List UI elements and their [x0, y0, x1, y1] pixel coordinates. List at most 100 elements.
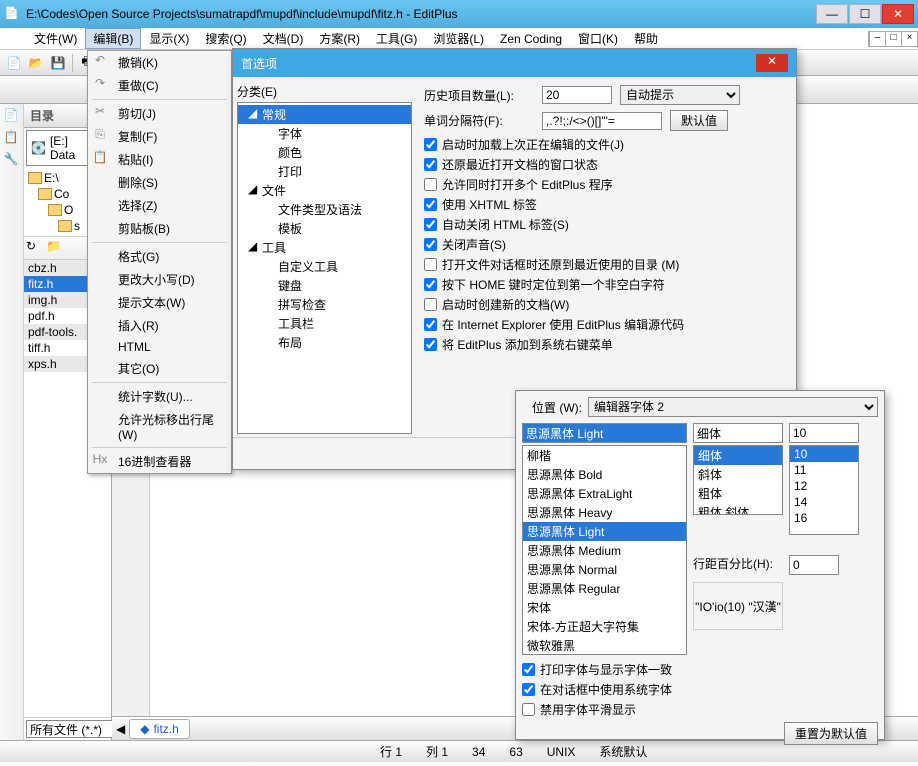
- font-style-list[interactable]: 细体斜体粗体粗体 斜体: [693, 445, 783, 515]
- menu-item[interactable]: Zen Coding: [492, 30, 570, 48]
- menu-item[interactable]: 帮助: [626, 28, 666, 49]
- menu-item[interactable]: 删除(S): [88, 171, 231, 194]
- font-name-input[interactable]: [522, 423, 687, 443]
- list-item[interactable]: 思源黑体 Regular: [523, 579, 686, 598]
- tool-icon[interactable]: 📋: [4, 130, 20, 146]
- category-item[interactable]: 文件类型及语法: [238, 200, 411, 219]
- option-checkbox[interactable]: 使用 XHTML 标签: [424, 196, 786, 213]
- menu-item[interactable]: 📋粘贴(I): [88, 148, 231, 171]
- menu-item[interactable]: 文件(W): [26, 28, 85, 49]
- category-item[interactable]: 自定义工具: [238, 257, 411, 276]
- refresh-icon[interactable]: ↻: [26, 239, 44, 257]
- close-button[interactable]: ✕: [882, 4, 914, 24]
- option-checkbox[interactable]: 允许同时打开多个 EditPlus 程序: [424, 176, 786, 193]
- list-item[interactable]: 斜体: [694, 465, 782, 484]
- open-icon[interactable]: 📂: [26, 53, 46, 73]
- list-item[interactable]: 12: [790, 478, 858, 494]
- list-item[interactable]: 宋体: [523, 598, 686, 617]
- menu-item[interactable]: ⎘复制(F): [88, 125, 231, 148]
- category-item[interactable]: ◢常规: [238, 105, 411, 124]
- menu-item[interactable]: 选择(Z): [88, 194, 231, 217]
- category-item[interactable]: 布局: [238, 333, 411, 352]
- list-item[interactable]: 思源黑体 ExtraLight: [523, 484, 686, 503]
- dialog-close-button[interactable]: ✕: [756, 54, 788, 72]
- list-item[interactable]: 细体: [694, 446, 782, 465]
- menu-item[interactable]: Hx16进制查看器: [88, 450, 231, 473]
- menu-item[interactable]: HTML: [88, 337, 231, 357]
- save-icon[interactable]: 💾: [48, 53, 68, 73]
- tool-icon[interactable]: 🔧: [4, 152, 20, 168]
- history-count-input[interactable]: [542, 86, 612, 104]
- category-item[interactable]: 拼写检查: [238, 295, 411, 314]
- line-height-input[interactable]: [789, 555, 839, 575]
- list-item[interactable]: 粗体: [694, 484, 782, 503]
- menu-item[interactable]: 格式(G): [88, 245, 231, 268]
- menu-item[interactable]: 剪贴板(B): [88, 217, 231, 240]
- menu-item[interactable]: 统计字数(U)...: [88, 385, 231, 408]
- font-name-list[interactable]: 柳楷思源黑体 Bold思源黑体 ExtraLight思源黑体 Heavy思源黑体…: [522, 445, 687, 655]
- category-item[interactable]: ◢工具: [238, 238, 411, 257]
- font-checkbox[interactable]: 禁用字体平滑显示: [522, 701, 878, 718]
- menu-item[interactable]: 插入(R): [88, 314, 231, 337]
- tab-nav-icon[interactable]: ◀: [116, 722, 125, 736]
- font-style-input[interactable]: [693, 423, 783, 443]
- font-size-input[interactable]: [789, 423, 859, 443]
- category-item[interactable]: ◢文件: [238, 181, 411, 200]
- menu-item[interactable]: 编辑(B): [85, 28, 141, 49]
- option-checkbox[interactable]: 还原最近打开文档的窗口状态: [424, 156, 786, 173]
- menu-item[interactable]: 允许光标移出行尾(W): [88, 408, 231, 445]
- category-item[interactable]: 键盘: [238, 276, 411, 295]
- list-item[interactable]: 粗体 斜体: [694, 503, 782, 515]
- font-size-list[interactable]: 1011121416: [789, 445, 859, 535]
- menu-item[interactable]: 文档(D): [255, 28, 312, 49]
- option-checkbox[interactable]: 关闭声音(S): [424, 236, 786, 253]
- list-item[interactable]: 微软雅黑: [523, 636, 686, 655]
- menu-item[interactable]: 浏览器(L): [425, 28, 492, 49]
- option-checkbox[interactable]: 启动时加载上次正在编辑的文件(J): [424, 136, 786, 153]
- list-item[interactable]: 宋体-方正超大字符集: [523, 617, 686, 636]
- maximize-button[interactable]: ☐: [849, 4, 881, 24]
- list-item[interactable]: 柳楷: [523, 446, 686, 465]
- list-item[interactable]: 思源黑体 Normal: [523, 560, 686, 579]
- list-item[interactable]: 11: [790, 462, 858, 478]
- menu-item[interactable]: 窗口(K): [570, 28, 626, 49]
- option-checkbox[interactable]: 自动关闭 HTML 标签(S): [424, 216, 786, 233]
- minimize-button[interactable]: —: [816, 4, 848, 24]
- list-item[interactable]: 思源黑体 Bold: [523, 465, 686, 484]
- category-item[interactable]: 颜色: [238, 143, 411, 162]
- list-item[interactable]: 思源黑体 Medium: [523, 541, 686, 560]
- editor-tab[interactable]: ◆ fitz.h: [129, 719, 190, 739]
- menu-item[interactable]: ↷重做(C): [88, 74, 231, 97]
- option-checkbox[interactable]: 打开文件对话框时还原到最近使用的目录 (M): [424, 256, 786, 273]
- menu-item[interactable]: 更改大小写(D): [88, 268, 231, 291]
- option-checkbox[interactable]: 按下 HOME 键时定位到第一个非空白字符: [424, 276, 786, 293]
- menu-item[interactable]: 搜索(Q): [197, 28, 254, 49]
- option-checkbox[interactable]: 启动时创建新的文档(W): [424, 296, 786, 313]
- menu-item[interactable]: 提示文本(W): [88, 291, 231, 314]
- menu-item[interactable]: ↶撤销(K): [88, 51, 231, 74]
- category-list[interactable]: ◢常规字体颜色打印◢文件文件类型及语法模板◢工具自定义工具键盘拼写检查工具栏布局: [237, 102, 412, 434]
- menu-item[interactable]: 显示(X): [141, 28, 197, 49]
- location-select[interactable]: 编辑器字体 2: [588, 397, 878, 417]
- word-sep-input[interactable]: [542, 112, 662, 130]
- hint-select[interactable]: 自动提示: [620, 85, 740, 105]
- list-item[interactable]: 14: [790, 494, 858, 510]
- category-item[interactable]: 工具栏: [238, 314, 411, 333]
- font-checkbox[interactable]: 在对话框中使用系统字体: [522, 681, 878, 698]
- list-item[interactable]: 思源黑体 Heavy: [523, 503, 686, 522]
- list-item[interactable]: 10: [790, 446, 858, 462]
- list-item[interactable]: 思源黑体 Light: [523, 522, 686, 541]
- menu-item[interactable]: ✂剪切(J): [88, 102, 231, 125]
- mdi-buttons[interactable]: –□×: [868, 31, 918, 47]
- option-checkbox[interactable]: 将 EditPlus 添加到系统右键菜单: [424, 336, 786, 353]
- font-reset-button[interactable]: 重置为默认值: [784, 722, 878, 745]
- default-button[interactable]: 默认值: [670, 110, 728, 131]
- option-checkbox[interactable]: 在 Internet Explorer 使用 EditPlus 编辑源代码: [424, 316, 786, 333]
- new-icon[interactable]: 📄: [4, 53, 24, 73]
- font-checkbox[interactable]: 打印字体与显示字体一致: [522, 661, 878, 678]
- list-item[interactable]: 16: [790, 510, 858, 526]
- menu-item[interactable]: 方案(R): [311, 28, 368, 49]
- category-item[interactable]: 模板: [238, 219, 411, 238]
- folder-icon[interactable]: 📁: [46, 239, 64, 257]
- menu-item[interactable]: 其它(O): [88, 357, 231, 380]
